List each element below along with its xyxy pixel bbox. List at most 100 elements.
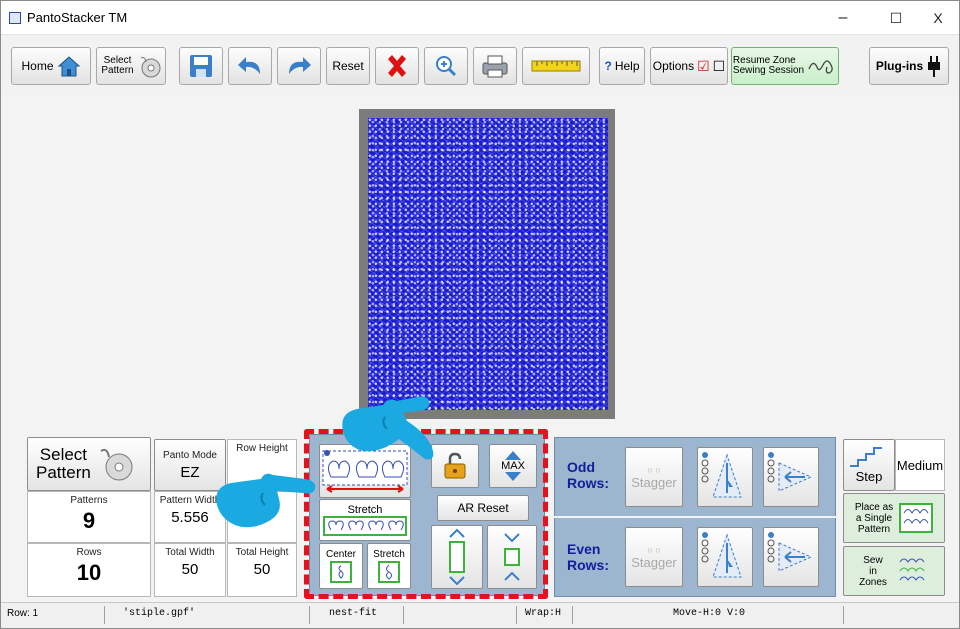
odd-stagger-button[interactable]: ○ ○ Stagger xyxy=(625,447,683,507)
resume-zone-button[interactable]: Resume Zone Sewing Session xyxy=(731,47,839,85)
options-button[interactable]: Options ☑ ☐ xyxy=(650,47,728,85)
patterns-label: Patterns xyxy=(70,495,108,506)
total-height-label: Total Height xyxy=(235,547,289,558)
odd-stagger-label: Stagger xyxy=(631,474,677,490)
place-line2: a Single xyxy=(855,512,893,524)
flip-vertical-icon xyxy=(701,532,742,578)
flip-horizontal-icon xyxy=(767,452,813,492)
print-button[interactable] xyxy=(473,47,517,85)
status-file: 'stiple.gpf' xyxy=(123,608,196,619)
plugins-button[interactable]: Plug-ins xyxy=(869,47,949,85)
rows-divider xyxy=(554,516,836,518)
reset-button[interactable]: Reset xyxy=(326,47,370,85)
odd-flip-horizontal-button[interactable] xyxy=(763,447,819,507)
save-icon xyxy=(190,55,212,77)
rows-value: 10 xyxy=(76,560,102,585)
redo-button[interactable] xyxy=(277,47,321,85)
delete-button[interactable] xyxy=(375,47,419,85)
help-button[interactable]: ? Help xyxy=(599,47,645,85)
red-x-icon xyxy=(388,55,406,77)
even-line1: Even xyxy=(567,541,601,557)
patterns-count-box: Patterns 9 xyxy=(27,491,151,543)
save-button[interactable] xyxy=(179,47,223,85)
status-divider xyxy=(843,606,844,624)
even-flip-horizontal-button[interactable] xyxy=(763,527,819,587)
status-divider xyxy=(309,606,310,624)
sew-line2: in xyxy=(869,565,877,577)
toolbar: Home Select Pattern Reset ? Help Options… xyxy=(1,35,959,93)
step-tab[interactable]: Step xyxy=(843,439,895,491)
quilt-pattern-preview[interactable] xyxy=(368,118,608,410)
rows-count-box: Rows 10 xyxy=(27,543,151,597)
even-stagger-label: Stagger xyxy=(631,554,677,570)
undo-button[interactable] xyxy=(228,47,272,85)
app-window: PantoStacker TM – ☐ X Home Select Pattern… xyxy=(0,0,960,629)
resume-line2: Sewing Session xyxy=(732,65,805,76)
select-pattern-button[interactable]: Select Pattern xyxy=(27,437,151,491)
sew-in-zones-button[interactable]: Sew in Zones xyxy=(843,546,945,596)
zoom-in-icon xyxy=(436,56,457,77)
select-pattern-big-line2: Pattern xyxy=(36,463,91,482)
pointing-hand-icon xyxy=(342,396,434,460)
status-mode: nest-fit xyxy=(329,608,378,619)
status-move: Move-H:0 V:0 xyxy=(673,608,746,619)
total-width-value: 50 xyxy=(181,561,199,578)
stairs-icon xyxy=(850,447,882,467)
printer-icon xyxy=(482,55,508,78)
sew-line3: Zones xyxy=(859,576,887,588)
plug-icon xyxy=(928,56,941,77)
status-wrap: Wrap:H xyxy=(525,608,562,619)
step-label: Step xyxy=(855,469,883,484)
flip-vertical-icon xyxy=(701,452,742,498)
question-icon: ? xyxy=(604,59,612,73)
home-button[interactable]: Home xyxy=(11,47,91,85)
select-pattern-big-line1: Select xyxy=(39,445,88,464)
status-divider xyxy=(403,606,404,624)
maximize-button[interactable]: ☐ xyxy=(879,6,913,30)
app-icon xyxy=(9,12,21,24)
odd-line1: Odd xyxy=(567,459,595,475)
even-flip-vertical-button[interactable] xyxy=(697,527,753,587)
zones-icon xyxy=(899,558,925,581)
home-label: Home xyxy=(21,59,54,73)
even-line2: Rows: xyxy=(567,557,609,573)
ruler-icon xyxy=(531,60,581,72)
odd-line2: Rows: xyxy=(567,475,609,491)
step-size-medium[interactable]: Medium xyxy=(895,439,945,491)
odd-rows-label: Odd Rows: xyxy=(567,459,609,491)
total-width-box[interactable]: Total Width 50 xyxy=(154,543,226,597)
select-pattern-toolbar-button[interactable]: Select Pattern xyxy=(96,47,166,85)
total-height-box[interactable]: Total Height 50 xyxy=(227,543,297,597)
ruler-button[interactable] xyxy=(522,47,590,85)
row-height-label: Row Height xyxy=(236,443,288,454)
sew-line1: Sew xyxy=(863,554,883,566)
redo-icon xyxy=(289,57,311,74)
even-stagger-button[interactable]: ○ ○ Stagger xyxy=(625,527,683,587)
place-line3: Pattern xyxy=(857,523,891,535)
status-bar: Row: 1 'stiple.gpf' nest-fit Wrap:H Move… xyxy=(1,602,959,628)
status-row: Row: 1 xyxy=(7,608,39,619)
flip-horizontal-icon xyxy=(767,532,813,572)
minimize-button[interactable]: – xyxy=(826,6,860,30)
close-button[interactable]: X xyxy=(921,6,955,30)
help-label: Help xyxy=(614,59,640,73)
place-line1: Place as xyxy=(854,501,894,513)
radio-pair-icon: ○ ○ xyxy=(647,544,661,555)
checkbox-empty-icon: ☐ xyxy=(712,57,726,74)
options-label: Options xyxy=(652,59,695,73)
status-divider xyxy=(516,606,517,624)
plugins-label: Plug-ins xyxy=(875,59,924,73)
home-icon xyxy=(57,56,80,77)
odd-flip-vertical-button[interactable] xyxy=(697,447,753,507)
title-bar: PantoStacker TM – ☐ X xyxy=(1,1,959,35)
place-single-pattern-button[interactable]: Place as a Single Pattern xyxy=(843,493,945,543)
pattern-disc-icon xyxy=(140,57,161,78)
stitch-loop-icon xyxy=(808,60,833,74)
total-width-label: Total Width xyxy=(165,547,215,558)
window-title: PantoStacker TM xyxy=(27,10,128,25)
select-pattern-line2: Pattern xyxy=(101,65,134,76)
patterns-value: 9 xyxy=(82,508,96,533)
zoom-button[interactable] xyxy=(424,47,468,85)
undo-icon xyxy=(238,57,260,74)
pattern-disc-icon xyxy=(100,448,133,481)
